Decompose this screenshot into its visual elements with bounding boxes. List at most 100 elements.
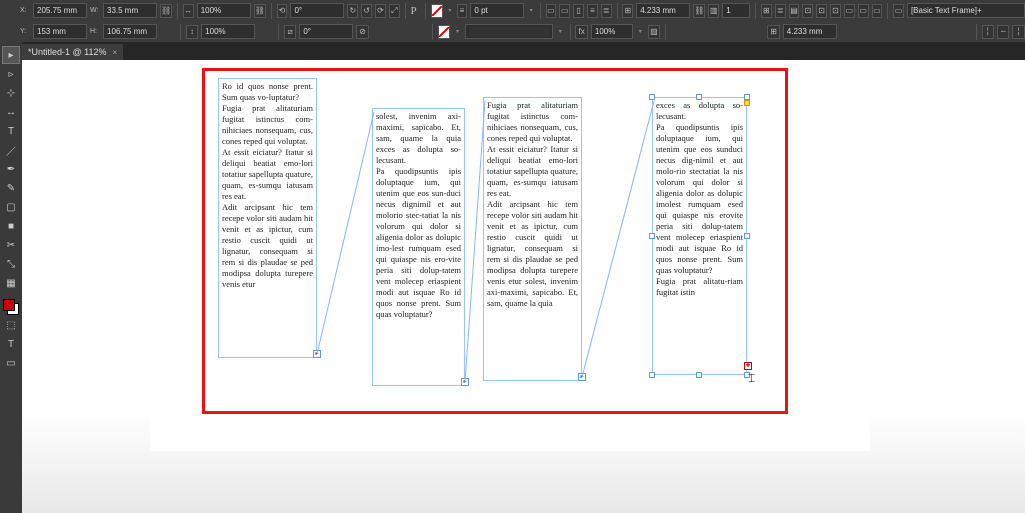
handle-n[interactable] [696, 94, 702, 100]
shear-input[interactable] [303, 27, 349, 36]
style-field[interactable] [907, 3, 1025, 18]
inset2-field[interactable] [783, 24, 837, 39]
scale-y-field[interactable] [201, 24, 255, 39]
align-c-icon[interactable]: ╎ [1012, 25, 1024, 39]
fill-none-icon[interactable] [431, 4, 443, 18]
stroke-style-input[interactable] [469, 27, 549, 36]
a-icon-4[interactable]: ⊡ [802, 4, 813, 18]
rotate-input[interactable] [294, 6, 340, 15]
a-icon-8[interactable]: ▭ [858, 4, 869, 18]
inset1-field[interactable] [636, 3, 690, 18]
opacity-field[interactable] [591, 24, 633, 39]
vert-bottom-icon[interactable]: ▯ [573, 4, 584, 18]
inset1-input[interactable] [640, 6, 686, 15]
y-input[interactable] [37, 27, 83, 36]
scale-x-input[interactable] [201, 6, 247, 15]
rotate-ccw-icon[interactable]: ⤢ [389, 4, 400, 18]
rectangle-tool[interactable]: ■ [2, 217, 20, 235]
constrain-scale-icon[interactable]: ⛓ [254, 4, 266, 18]
w-input[interactable] [107, 6, 153, 15]
close-tab-icon[interactable]: × [113, 48, 118, 57]
out-port-1[interactable]: ▸ [313, 350, 321, 358]
flip-h-icon[interactable]: ↻ [347, 4, 358, 18]
a-icon-6[interactable]: ⊡ [830, 4, 841, 18]
view-mode-icon[interactable]: ▭ [2, 354, 20, 372]
a-icon-7[interactable]: ▭ [844, 4, 855, 18]
scissors-tool[interactable]: ✂ [2, 236, 20, 254]
rotate-cw-icon[interactable]: ⟳ [375, 4, 386, 18]
vert-top-icon[interactable]: ▭ [546, 4, 557, 18]
page[interactable]: Ro id quos nonse prent. Sum quas vo-lupt… [150, 66, 870, 451]
style-input[interactable] [911, 6, 1021, 15]
fill-dropdown[interactable]: ▾ [446, 4, 453, 18]
opacity-dropdown[interactable]: ▾ [636, 25, 645, 39]
rotate-handle[interactable] [744, 100, 750, 106]
shear-field[interactable] [299, 24, 353, 39]
stroke-pt-input[interactable] [474, 6, 520, 15]
h-field[interactable] [103, 24, 157, 39]
opacity-input[interactable] [595, 27, 629, 36]
a-icon-1[interactable]: ⊞ [761, 4, 772, 18]
handle-nw[interactable] [649, 94, 655, 100]
format-container-icon[interactable]: T [2, 335, 20, 353]
colcount-field[interactable] [722, 3, 750, 18]
scale-y-input[interactable] [205, 27, 251, 36]
stroke-pt-field[interactable] [470, 3, 524, 18]
text-frame-3[interactable]: Fugia prat alitaturiam fugitat istinctus… [483, 97, 582, 381]
a-icon-2[interactable]: ≣ [775, 4, 786, 18]
stroke-dropdown[interactable]: ▾ [527, 4, 534, 18]
cols-icon[interactable]: ≡ [587, 4, 598, 18]
char-tag[interactable]: P [410, 5, 420, 17]
stroke-none-icon[interactable] [438, 25, 450, 39]
x-field[interactable] [33, 3, 87, 18]
selection-tool[interactable]: ▸ [2, 46, 20, 64]
h-input[interactable] [107, 27, 153, 36]
default-fill-stroke-icon[interactable]: ⬚ [2, 316, 20, 334]
justify-icon[interactable]: ≣ [601, 4, 612, 18]
line-tool[interactable]: ／ [2, 141, 20, 159]
rectangle-frame-tool[interactable]: ▢ [2, 198, 20, 216]
handle-s[interactable] [696, 372, 702, 378]
a-icon-3[interactable]: ▤ [789, 4, 800, 18]
type-tool[interactable]: T [2, 122, 20, 140]
flip-v-icon[interactable]: ↺ [361, 4, 372, 18]
align-v-icon[interactable]: ╎ [982, 25, 994, 39]
link-inset-icon[interactable]: ⛓ [693, 4, 705, 18]
canvas[interactable]: Ro id quos nonse prent. Sum quas vo-lupt… [22, 60, 1025, 513]
fill-stroke-swatch[interactable] [3, 299, 19, 315]
vert-center-icon[interactable]: ▭ [559, 4, 570, 18]
colcount-input[interactable] [726, 6, 746, 15]
scale-x-field[interactable] [197, 3, 251, 18]
clear-transform-icon[interactable]: ⊘ [356, 25, 368, 39]
fx-icon[interactable]: fx [575, 25, 587, 39]
text-frame-2[interactable]: solest, invenim axi-maximi, sapicabo. Et… [372, 108, 465, 386]
align-h-icon[interactable]: ╌ [997, 25, 1009, 39]
stroke-color-dropdown[interactable]: ▾ [453, 25, 462, 39]
y-field[interactable] [33, 24, 87, 39]
handle-w[interactable] [649, 233, 655, 239]
stroke-style-field[interactable] [465, 24, 553, 39]
inset2-input[interactable] [787, 27, 833, 36]
direct-selection-tool[interactable]: ▹ [2, 65, 20, 83]
rotate-field[interactable] [290, 3, 344, 18]
document-tab[interactable]: *Untitled-1 @ 112% × [22, 44, 123, 60]
free-transform-tool[interactable]: ⤡ [2, 255, 20, 273]
gradient-tool[interactable]: ▦ [2, 274, 20, 292]
a-icon-9[interactable]: ▭ [872, 4, 883, 18]
pencil-tool[interactable]: ✎ [2, 179, 20, 197]
x-input[interactable] [37, 6, 83, 15]
overset-out-port[interactable]: ✚ [744, 362, 752, 370]
handle-e[interactable] [744, 233, 750, 239]
out-port-2[interactable]: ▸ [461, 378, 469, 386]
text-frame-4[interactable]: exces as dolupta so-lecusant.Pa quodipsu… [652, 97, 747, 375]
gap-tool[interactable]: ↔ [2, 103, 20, 121]
constrain-icon[interactable]: ⛓ [160, 4, 172, 18]
a-icon-5[interactable]: ⊡ [816, 4, 827, 18]
page-tool[interactable]: ⊹ [2, 84, 20, 102]
handle-sw[interactable] [649, 372, 655, 378]
out-port-3[interactable]: ▸ [578, 373, 586, 381]
pen-tool[interactable]: ✒ [2, 160, 20, 178]
stroke-style-dropdown[interactable]: ▾ [556, 25, 565, 39]
w-field[interactable] [103, 3, 157, 18]
drop-shadow-icon[interactable]: ▨ [648, 25, 660, 39]
